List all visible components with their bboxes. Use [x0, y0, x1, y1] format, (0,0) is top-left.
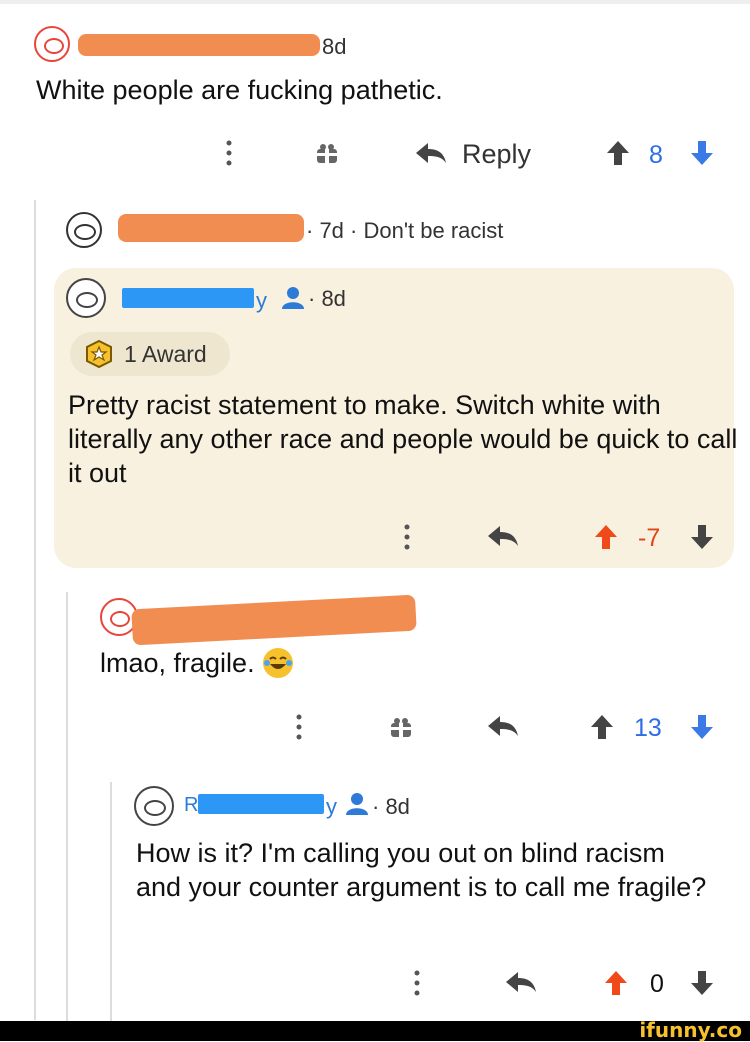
comment-body: Pretty racist statement to make. Switch … [68, 390, 738, 488]
upvote-button[interactable] [606, 140, 632, 168]
vote-score: -7 [638, 524, 661, 552]
comment-time: · 8d [308, 286, 346, 311]
vote-score: 0 [650, 970, 664, 998]
snoo-icon [74, 224, 96, 240]
reply-arrow-icon [416, 143, 446, 163]
downvote-icon [691, 141, 713, 165]
more-options-icon[interactable] [222, 138, 236, 168]
redacted-username [118, 214, 304, 242]
snoo-icon [76, 292, 98, 308]
vote-score: 13 [634, 714, 662, 742]
laughing-emoji-icon [262, 648, 293, 678]
redacted-username [122, 288, 254, 308]
upvote-icon [607, 141, 629, 165]
award-label: 1 Award [124, 340, 207, 367]
redacted-username [198, 794, 324, 814]
thread-line [66, 592, 68, 1022]
more-options-icon[interactable] [292, 712, 306, 742]
username-suffix: y [326, 794, 337, 819]
top-bar [0, 0, 750, 4]
reply-button[interactable] [486, 714, 526, 742]
avatar[interactable] [66, 278, 106, 318]
watermark-bar [0, 1021, 750, 1041]
comment-time: 8d [322, 34, 347, 59]
more-options-icon[interactable] [400, 522, 414, 552]
redacted-username [131, 594, 417, 646]
comment-text: lmao, fragile. [100, 648, 255, 678]
upvote-button[interactable] [590, 714, 616, 742]
vote-score: 8 [649, 141, 663, 169]
comment-meta: · 7d · Don't be racist [306, 218, 504, 243]
gift-icon[interactable] [386, 712, 416, 742]
reply-button[interactable] [504, 970, 544, 998]
redacted-username [78, 34, 320, 56]
downvote-icon [691, 971, 713, 995]
reply-button[interactable] [486, 524, 526, 552]
downvote-button[interactable] [690, 714, 716, 742]
username-prefix: R [184, 794, 199, 816]
avatar[interactable] [134, 786, 174, 826]
ifunny-watermark: ifunny.co [639, 1018, 742, 1042]
thread-line [110, 782, 112, 1022]
comment-time: · 8d [372, 794, 410, 819]
upvote-icon [605, 971, 627, 995]
snoo-icon [110, 611, 130, 627]
op-user-icon [280, 286, 306, 310]
award-badge[interactable]: 1 Award [70, 332, 230, 376]
comment-body: White people are fucking pathetic. [36, 75, 443, 105]
username-suffix: y [256, 288, 267, 313]
downvote-button[interactable] [690, 524, 716, 552]
downvote-icon [691, 525, 713, 549]
thread-line [34, 200, 36, 1020]
reply-button[interactable]: Reply [414, 135, 544, 173]
avatar[interactable] [66, 212, 102, 248]
downvote-icon [691, 715, 713, 739]
upvote-icon [591, 715, 613, 739]
comment-body: How is it? I'm calling you out on blind … [136, 838, 707, 902]
downvote-button[interactable] [690, 970, 716, 998]
upvote-icon [595, 525, 617, 549]
downvote-button[interactable] [690, 140, 716, 168]
upvote-button[interactable] [604, 970, 630, 998]
op-user-icon [344, 792, 370, 816]
avatar[interactable] [34, 26, 70, 62]
award-icon [86, 339, 112, 369]
snoo-icon [144, 800, 166, 816]
upvote-button[interactable] [594, 524, 620, 552]
gift-icon[interactable] [312, 138, 342, 168]
more-options-icon[interactable] [410, 968, 424, 998]
reply-arrow-icon [506, 972, 536, 992]
comment-body: lmao, fragile. [100, 646, 293, 680]
reply-arrow-icon [488, 716, 518, 736]
reply-arrow-icon [488, 526, 518, 546]
reply-label: Reply [462, 138, 532, 169]
snoo-icon [44, 38, 64, 54]
